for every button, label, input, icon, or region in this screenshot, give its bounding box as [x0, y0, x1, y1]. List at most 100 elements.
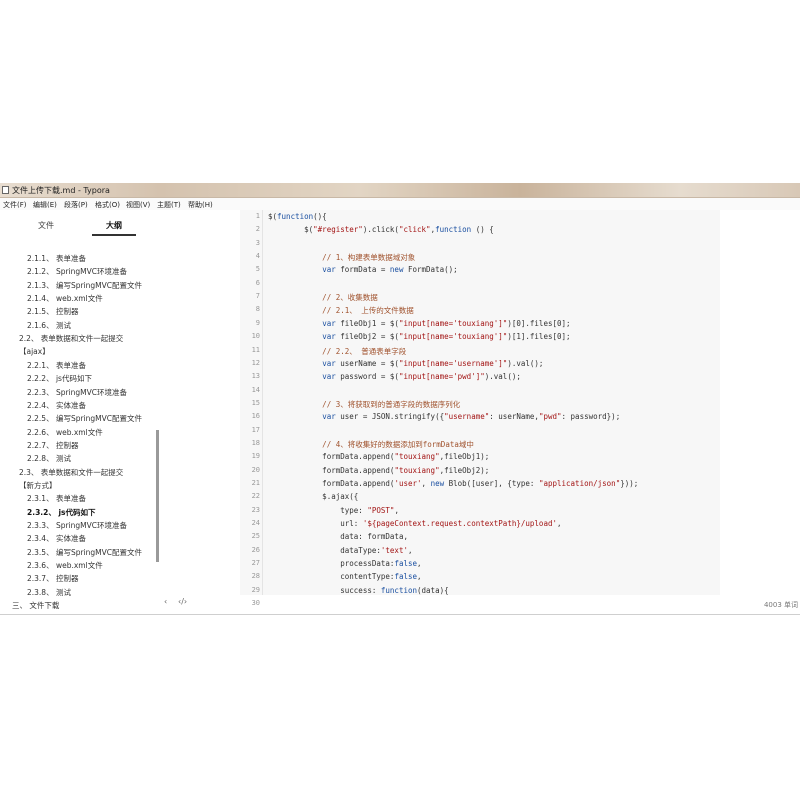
line-number: 5: [255, 265, 260, 274]
code-line[interactable]: var fileObj2 = $("input[name='touxiang']…: [268, 332, 570, 341]
outline-item[interactable]: 2.3.3、 SpringMVC环境准备: [27, 521, 127, 531]
sidebar: 文件 大纲 2.1.1、 表单准备 2.1.2、 SpringMVC环境准备 2.1…: [0, 210, 160, 610]
menu-edit[interactable]: 编辑(E): [33, 200, 57, 210]
code-line[interactable]: var formData = new FormData();: [268, 265, 457, 274]
code-line[interactable]: // 3、将获取到的普通字段的数据序列化: [268, 399, 460, 410]
word-count[interactable]: 4003 单词: [764, 600, 798, 610]
code-line[interactable]: url: '${pageContext.request.contextPath}…: [268, 519, 561, 528]
outline-item[interactable]: 2.3.5、 编写SpringMVC配置文件: [27, 548, 142, 558]
line-number: 23: [251, 505, 260, 514]
code-line[interactable]: // 2、收集数据: [268, 292, 378, 303]
line-number: 12: [251, 358, 260, 367]
line-number: 8: [255, 305, 260, 314]
code-line[interactable]: dataType:'text',: [268, 546, 412, 555]
code-line[interactable]: // 4、将收集好的数据添加到formData域中: [268, 439, 474, 450]
line-number: 29: [251, 585, 260, 594]
code-line[interactable]: $.ajax({: [268, 492, 358, 501]
code-line[interactable]: type: "POST",: [268, 506, 399, 515]
outline-item[interactable]: 【新方式】: [19, 481, 57, 491]
code-line[interactable]: success: function(data){: [268, 586, 448, 595]
outline-item[interactable]: 2.2、 表单数据和文件一起提交: [19, 334, 123, 344]
outline-item[interactable]: 2.3.6、 web.xml文件: [27, 561, 103, 571]
line-number: 1: [255, 212, 260, 220]
line-number-gutter: 1 2 3 4 5 6 7 8 9 10 11 12 13 14 15 16 17 18 19 20 21 22 23 24 2…: [240, 210, 263, 607]
outline-item[interactable]: 2.2.1、 表单准备: [27, 361, 86, 371]
line-number: 6: [255, 278, 260, 287]
code-line[interactable]: // 2.2、 普通表单字段: [268, 346, 406, 357]
outline-item[interactable]: 2.3.7、 控制器: [27, 574, 78, 584]
source-code-mode-icon[interactable]: ‹/›: [178, 597, 187, 606]
line-number: 27: [251, 559, 260, 568]
code-line[interactable]: var user = JSON.stringify({"username": u…: [268, 412, 620, 421]
line-number: 28: [251, 572, 260, 581]
line-number: 4: [255, 252, 260, 261]
outline-item[interactable]: 2.2.5、 编写SpringMVC配置文件: [27, 414, 142, 424]
title-bar[interactable]: 文件上传下载.md - Typora: [0, 183, 800, 198]
outline-item[interactable]: 2.2.3、 SpringMVC环境准备: [27, 388, 127, 398]
menu-view[interactable]: 视图(V): [126, 200, 150, 210]
code-line[interactable]: formData.append("touxiang",fileObj2);: [268, 466, 489, 475]
outline-item[interactable]: 2.1.1、 表单准备: [27, 254, 86, 264]
code-line[interactable]: formData.append('user', new Blob([user],…: [268, 479, 638, 488]
collapse-sidebar-icon[interactable]: ‹: [164, 597, 167, 606]
code-line[interactable]: var userName = $("input[name='username']…: [268, 359, 543, 368]
outline-item[interactable]: 2.3、 表单数据和文件一起提交: [19, 468, 123, 478]
code-line[interactable]: var fileObj1 = $("input[name='touxiang']…: [268, 319, 570, 328]
code-line[interactable]: $("#register").click("click",function ()…: [268, 225, 494, 234]
line-number: 11: [251, 345, 260, 354]
line-number: 14: [251, 385, 260, 394]
outline-item[interactable]: 2.3.1、 表单准备: [27, 494, 86, 504]
code-line[interactable]: // 2.1、 上传的文件数据: [268, 305, 414, 316]
editor-pane[interactable]: 1 2 3 4 5 6 7 8 9 10 11 12 13 14 15 16 17 18 19 20 21 22 23 24 2…: [240, 210, 800, 609]
line-number: 13: [251, 372, 260, 381]
line-number: 30: [251, 599, 260, 608]
code-line[interactable]: var password = $("input[name='pwd']").va…: [268, 372, 521, 381]
sidebar-scrollbar[interactable]: [156, 430, 159, 562]
outline-item[interactable]: 2.3.4、 实体准备: [27, 534, 86, 544]
line-number: 19: [251, 452, 260, 461]
code-line[interactable]: formData.append("touxiang",fileObj1);: [268, 452, 489, 461]
line-number: 20: [251, 465, 260, 474]
outline-item[interactable]: 2.1.4、 web.xml文件: [27, 294, 103, 304]
code-line[interactable]: $(function(){: [268, 212, 327, 221]
code-line[interactable]: contentType:false,: [268, 572, 421, 581]
sidebar-tabs: 文件 大纲: [0, 210, 160, 236]
code-line[interactable]: data: formData,: [268, 532, 408, 541]
menu-paragraph[interactable]: 段落(P): [64, 200, 88, 210]
code-block[interactable]: 1 2 3 4 5 6 7 8 9 10 11 12 13 14 15 16 17 18 19 20 21 22 23 24 2…: [240, 210, 720, 607]
menu-file[interactable]: 文件(F): [3, 200, 27, 210]
sidebar-footer: ‹ ‹/›: [0, 597, 200, 609]
outline-item[interactable]: 2.2.6、 web.xml文件: [27, 428, 103, 438]
outline-item[interactable]: 2.2.2、 js代码如下: [27, 374, 92, 384]
menu-theme[interactable]: 主题(T): [157, 200, 181, 210]
tab-outline[interactable]: 大纲: [106, 220, 122, 231]
outline-item[interactable]: 2.1.5、 控制器: [27, 307, 78, 317]
outline-item[interactable]: 2.1.6、 测试: [27, 321, 71, 331]
outline-item[interactable]: 2.2.7、 控制器: [27, 441, 78, 451]
line-number: 9: [255, 318, 260, 327]
document-icon: [2, 186, 9, 194]
code-line[interactable]: // 1、构建表单数据域对象: [268, 252, 415, 263]
menu-format[interactable]: 格式(O): [95, 200, 120, 210]
line-number: 10: [251, 332, 260, 341]
outline-item[interactable]: 2.2.4、 实体准备: [27, 401, 86, 411]
menu-help[interactable]: 帮助(H): [188, 200, 213, 210]
window-bottom-border: [0, 614, 800, 615]
line-number: 26: [251, 545, 260, 554]
line-number: 17: [251, 425, 260, 434]
line-number: 3: [255, 238, 260, 247]
tab-files[interactable]: 文件: [38, 220, 54, 231]
line-number: 16: [251, 412, 260, 421]
outline-item[interactable]: 2.1.3、 编写SpringMVC配置文件: [27, 281, 142, 291]
menu-bar: 文件(F) 编辑(E) 段落(P) 格式(O) 视图(V) 主题(T) 帮助(H…: [0, 198, 800, 210]
outline-item[interactable]: 2.3.2、 js代码如下: [27, 508, 96, 518]
line-number: 18: [251, 438, 260, 447]
line-number: 25: [251, 532, 260, 541]
outline-item[interactable]: 2.1.2、 SpringMVC环境准备: [27, 267, 127, 277]
code-line[interactable]: processData:false,: [268, 559, 421, 568]
line-number: 7: [255, 292, 260, 301]
outline-item[interactable]: 2.2.8、 测试: [27, 454, 71, 464]
line-number: 22: [251, 492, 260, 501]
outline-item[interactable]: 【ajax】: [19, 347, 50, 357]
outline-list: 2.1.1、 表单准备 2.1.2、 SpringMVC环境准备 2.1.3、 编写…: [0, 240, 156, 614]
